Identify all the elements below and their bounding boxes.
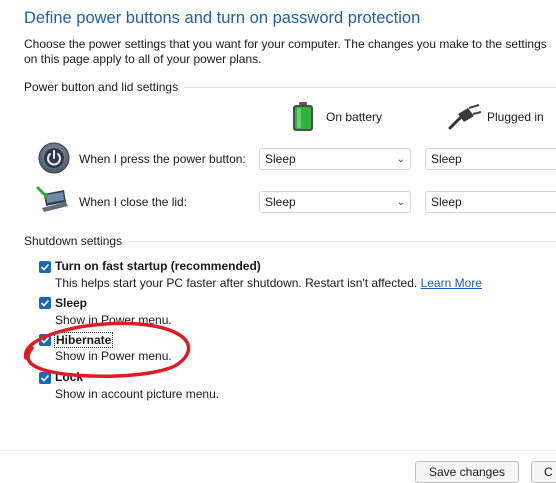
sleep-checkbox[interactable] xyxy=(39,297,51,309)
close-lid-battery-select[interactable]: Sleep ⌄ xyxy=(259,191,411,213)
column-on-battery: On battery xyxy=(326,110,383,124)
page-description: Choose the power settings that you want … xyxy=(24,37,547,66)
laptop-lid-icon xyxy=(36,186,70,216)
power-button-icon xyxy=(38,142,70,174)
shutdown-section-label: Shutdown settings xyxy=(24,234,129,248)
fast-startup-label[interactable]: Turn on fast startup (recommended) xyxy=(55,259,261,273)
select-value: Sleep xyxy=(431,195,462,209)
column-plugged-in: Plugged in xyxy=(487,110,544,124)
row-label-close-lid: When I close the lid: xyxy=(79,195,188,209)
chevron-down-icon: ⌄ xyxy=(396,154,405,165)
battery-icon xyxy=(292,102,314,132)
close-lid-plugged-select[interactable]: Sleep xyxy=(425,191,556,213)
page-title: Define power buttons and turn on passwor… xyxy=(24,9,421,27)
power-section-label: Power button and lid settings xyxy=(24,80,185,94)
footer-divider xyxy=(0,450,556,451)
annotation-ellipse xyxy=(24,321,191,378)
learn-more-link[interactable]: Learn More xyxy=(421,276,482,290)
select-value: Sleep xyxy=(431,152,462,166)
fast-startup-description: This helps start your PC faster after sh… xyxy=(55,276,482,290)
plug-icon xyxy=(448,104,482,130)
lock-description: Show in account picture menu. xyxy=(55,387,220,401)
cancel-button[interactable]: C xyxy=(531,461,556,483)
checkmark-icon xyxy=(40,299,50,307)
save-changes-button[interactable]: Save changes xyxy=(415,461,519,483)
select-value: Sleep xyxy=(265,195,296,209)
select-value: Sleep xyxy=(265,152,296,166)
chevron-down-icon: ⌄ xyxy=(396,197,405,208)
row-label-power-button: When I press the power button: xyxy=(79,152,246,166)
fast-startup-checkbox[interactable] xyxy=(39,261,51,273)
power-button-battery-select[interactable]: Sleep ⌄ xyxy=(259,148,411,170)
sleep-label[interactable]: Sleep xyxy=(55,296,87,310)
power-button-plugged-select[interactable]: Sleep xyxy=(425,148,556,170)
checkmark-icon xyxy=(40,263,50,271)
